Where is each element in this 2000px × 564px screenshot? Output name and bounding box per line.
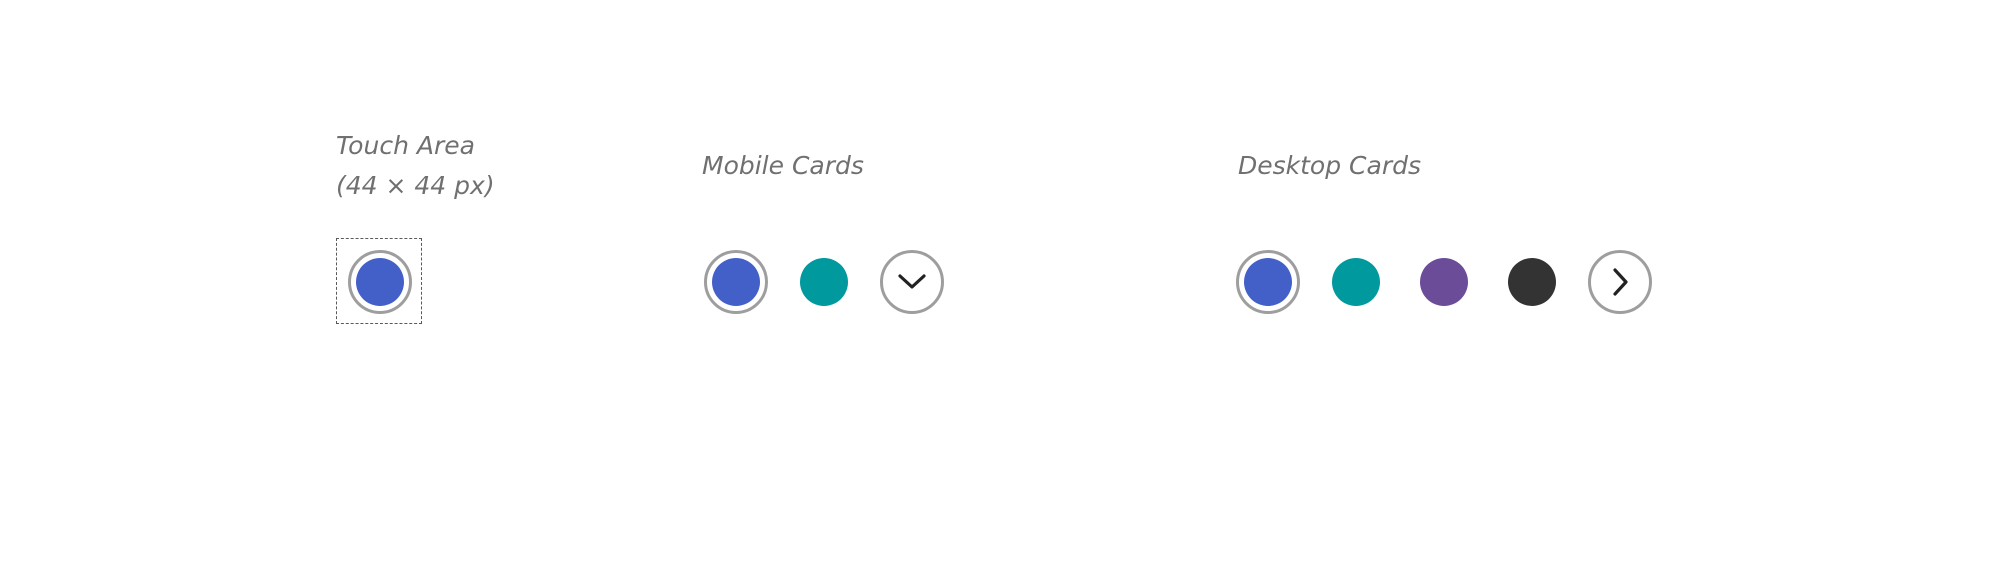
- swatch-dot: [356, 258, 404, 306]
- touch-area-title: Touch Area (44 × 44 px): [336, 126, 495, 206]
- touch-area-title-line2: (44 × 44 px): [336, 171, 495, 200]
- desktop-next-button[interactable]: [1588, 250, 1652, 314]
- mobile-expand-button[interactable]: [880, 250, 944, 314]
- mobile-cards-title: Mobile Cards: [702, 151, 864, 180]
- swatch-dot: [1244, 258, 1292, 306]
- touch-area-swatch-blue-selected[interactable]: [348, 250, 412, 314]
- swatch-dot: [712, 258, 760, 306]
- chevron-right-icon: [1613, 268, 1628, 296]
- desktop-swatch-blue-selected[interactable]: [1236, 250, 1300, 314]
- desktop-swatch-dark[interactable]: [1508, 258, 1556, 306]
- desktop-swatch-teal[interactable]: [1332, 258, 1380, 306]
- mobile-swatch-teal[interactable]: [800, 258, 848, 306]
- touch-area-title-line1: Touch Area: [336, 131, 475, 160]
- mobile-swatch-blue-selected[interactable]: [704, 250, 768, 314]
- desktop-cards-title: Desktop Cards: [1238, 151, 1421, 180]
- chevron-down-icon: [898, 274, 926, 289]
- desktop-swatch-purple[interactable]: [1420, 258, 1468, 306]
